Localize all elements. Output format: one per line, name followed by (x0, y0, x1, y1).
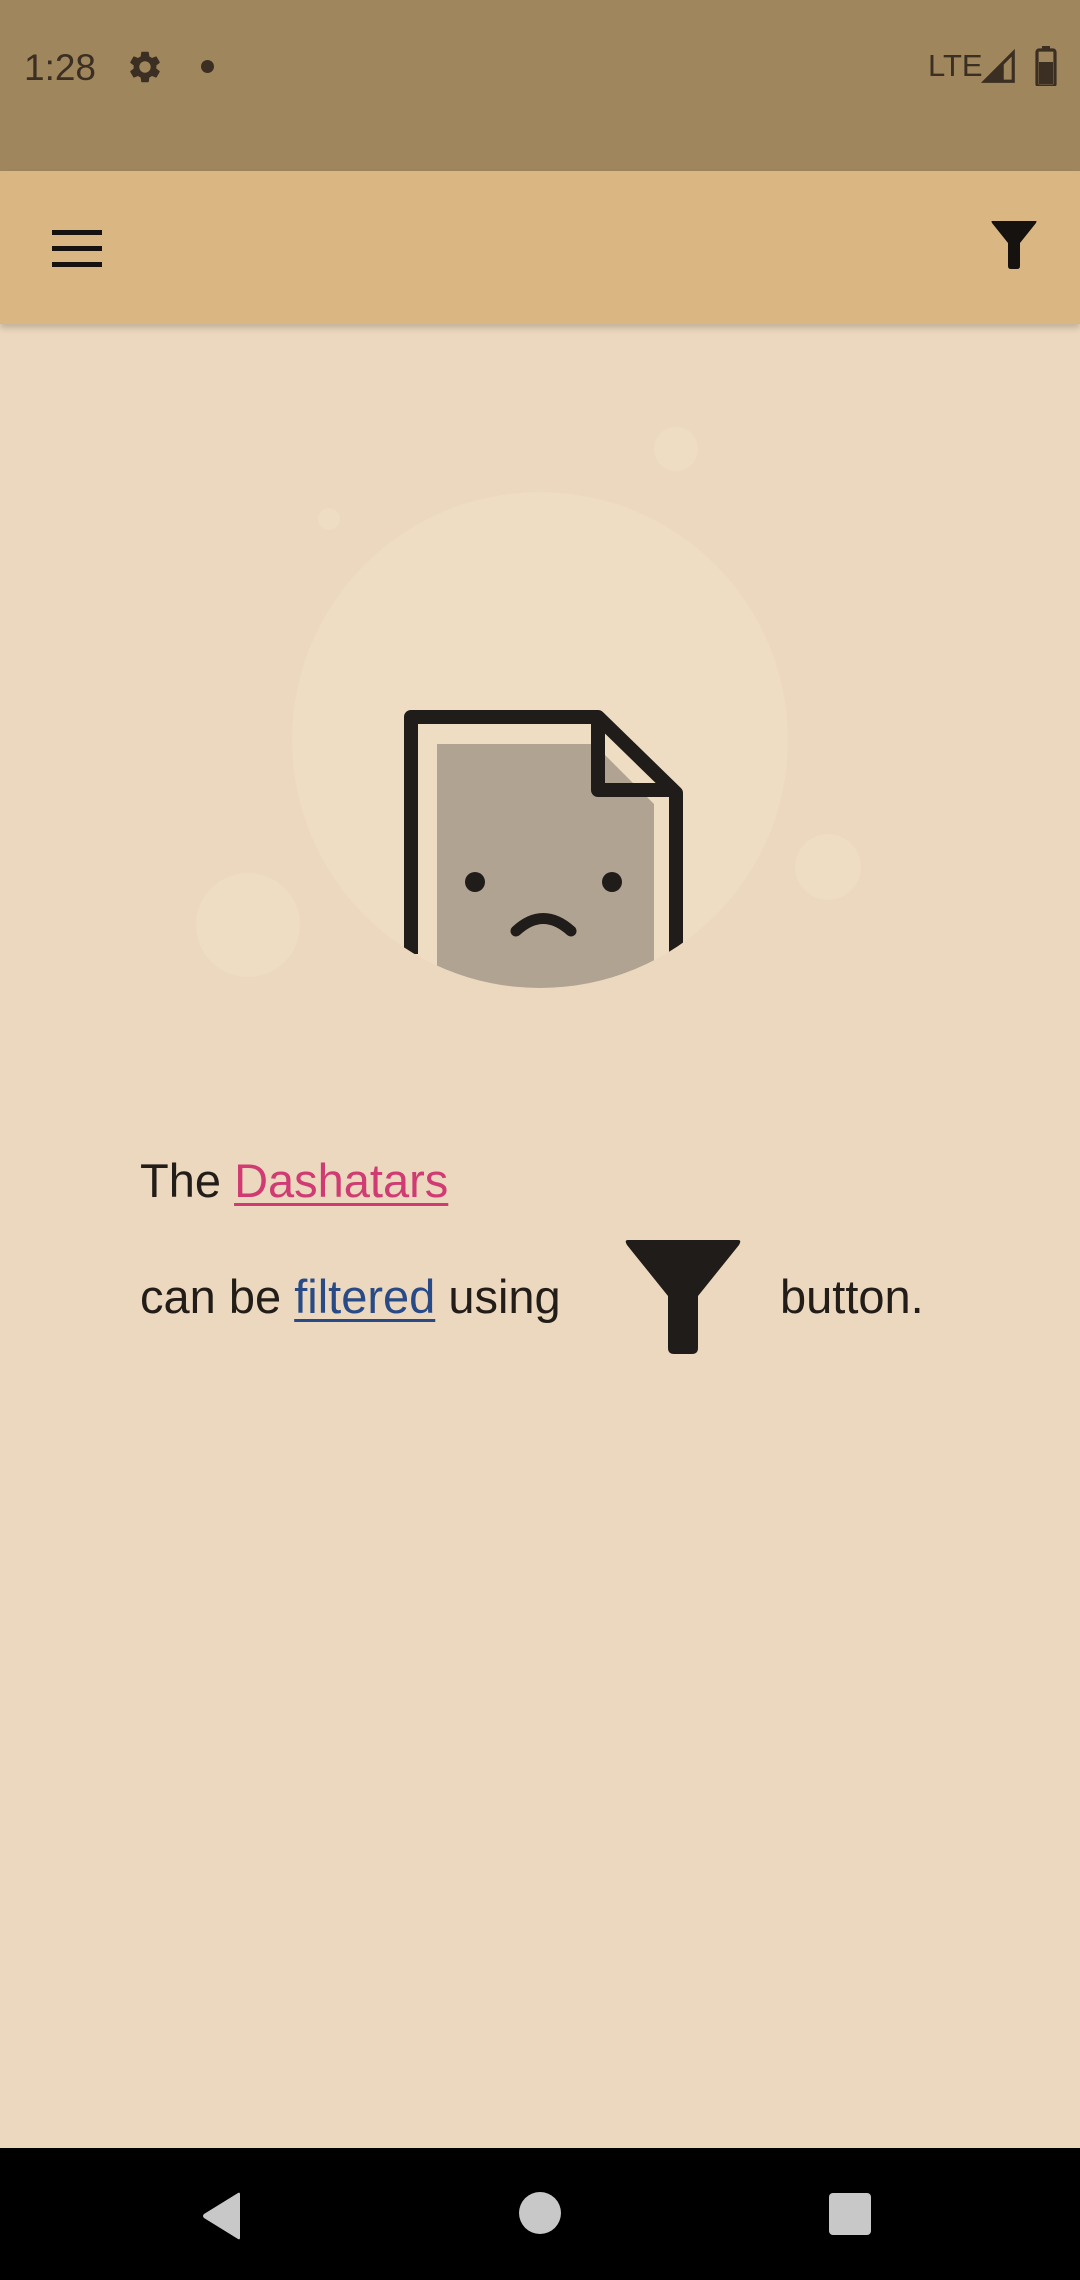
message-line-2-end: button. (780, 1262, 924, 1332)
filtered-link[interactable]: filtered (294, 1270, 435, 1323)
filter-funnel-icon (991, 221, 1037, 269)
filter-button[interactable] (968, 195, 1072, 299)
menu-button[interactable] (24, 195, 128, 299)
line1-prefix: The (140, 1154, 221, 1207)
line2-mid: using (448, 1270, 561, 1323)
back-icon[interactable] (196, 2188, 252, 2244)
bubble-decoration (654, 427, 698, 471)
gear-icon (130, 51, 160, 83)
status-time: 1:28 (24, 47, 97, 88)
inline-filter-icon (625, 1240, 741, 1354)
signal-icon (980, 48, 1015, 83)
bubble-decoration (196, 873, 300, 977)
line2-prefix: can be (140, 1270, 282, 1323)
status-bar: 1:28 LTE (0, 0, 1080, 171)
battery-icon (1035, 46, 1057, 86)
app-bar (0, 171, 1080, 324)
eye-left (465, 872, 485, 892)
line2-suffix: button. (780, 1270, 924, 1323)
eye-right (602, 872, 622, 892)
dashatars-link[interactable]: Dashatars (234, 1154, 448, 1207)
notification-dot-icon (201, 60, 214, 73)
message-line-1: The Dashatars (140, 1146, 448, 1216)
network-type: LTE (928, 48, 983, 83)
message-line-2: can be filtered using (140, 1262, 561, 1332)
sad-document-icon (196, 427, 861, 988)
bubble-decoration (318, 508, 340, 530)
bubble-decoration (795, 834, 861, 900)
home-icon[interactable] (519, 2192, 561, 2234)
navigation-bar (0, 2148, 1080, 2280)
recents-icon[interactable] (829, 2193, 871, 2235)
